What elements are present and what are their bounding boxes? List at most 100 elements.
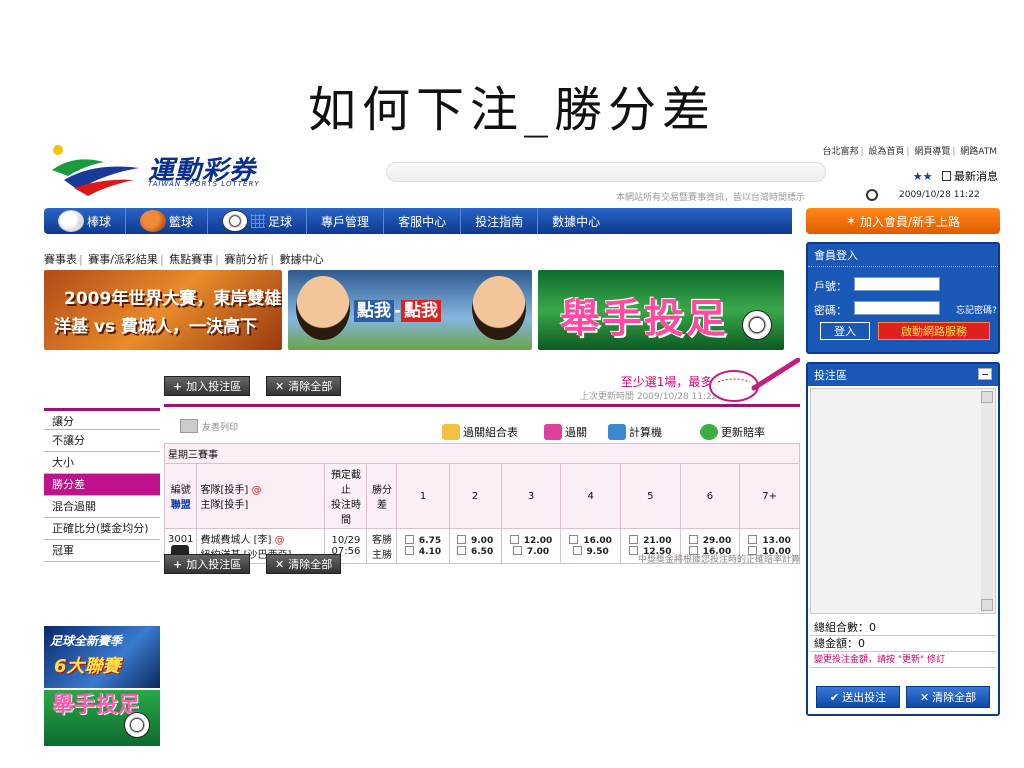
betslip-title: 投注區: [814, 369, 847, 382]
host-face-right: [472, 276, 526, 340]
odds-checkbox[interactable]: [457, 546, 466, 555]
odds-value: 12.00: [523, 536, 553, 546]
table-icon: [442, 424, 460, 440]
scroll-down-icon[interactable]: [981, 599, 993, 611]
parlay-button[interactable]: 過關: [544, 424, 587, 440]
add-to-betslip-button[interactable]: + 加入投注區: [164, 376, 251, 396]
close-icon: ✕: [919, 690, 930, 704]
banner1-line1: 2009年世界大賽，東岸雙雄: [64, 289, 282, 309]
raise-hand-banner[interactable]: 舉手投足: [538, 270, 784, 350]
plus-icon: +: [173, 379, 183, 393]
odds-checkbox[interactable]: [509, 535, 519, 544]
parlay-table-button[interactable]: 過關組合表: [442, 424, 518, 440]
col-margin-2: 2: [448, 463, 502, 529]
nav-data[interactable]: 數據中心: [538, 208, 614, 234]
join-label: 加入會員/新手上路: [860, 214, 961, 229]
menu-handicap[interactable]: 讓分: [44, 408, 160, 430]
subnav-analysis[interactable]: 賽前分析: [224, 253, 268, 266]
nav-guide[interactable]: 投注指南: [461, 208, 539, 234]
menu-winning-margin[interactable]: 勝分差: [44, 474, 160, 496]
menu-correct-score[interactable]: 正確比分(獎金均分): [44, 518, 160, 540]
away-team[interactable]: 費城費城人 [李]: [200, 535, 271, 546]
odds-checkbox[interactable]: [688, 535, 698, 544]
clear-all-button[interactable]: ✕ 清除全部: [266, 376, 342, 396]
nav-account[interactable]: 專戶管理: [307, 208, 385, 234]
banner2-part1: 點我: [354, 300, 394, 322]
clear-betslip-button[interactable]: ✕ 清除全部: [906, 686, 990, 708]
print-label: 友善列印: [202, 422, 239, 433]
nav-service[interactable]: 客服中心: [384, 208, 462, 234]
tool-label: 更新賠率: [721, 426, 765, 439]
odds-toolbar: 友善列印 過關組合表 過關 計算機 更新賠率: [164, 407, 800, 443]
minimize-icon[interactable]: [978, 368, 992, 380]
odds-checkbox[interactable]: [457, 535, 466, 544]
at-symbol: @: [251, 485, 262, 496]
col-label: 預定截止: [330, 470, 361, 496]
top-link-homepage[interactable]: 設為首頁: [868, 147, 904, 157]
selection-limit-text: 至少選1場，最多6場: [620, 375, 732, 389]
password-input[interactable]: [854, 301, 940, 315]
printer-icon: [180, 419, 198, 433]
click-me-banner[interactable]: 點我 - 點我: [288, 270, 532, 350]
odds-checkbox[interactable]: [569, 535, 579, 544]
submit-bet-button[interactable]: ✔ 送出投注: [816, 686, 900, 708]
add-to-betslip-button-bottom[interactable]: + 加入投注區: [164, 554, 251, 574]
print-button[interactable]: 友善列印: [180, 419, 238, 433]
logo-subtitle: TAIWAN SPORTS LOTTERY: [148, 180, 260, 188]
scroll-up-icon[interactable]: [981, 391, 993, 403]
odds-value: 29.00: [702, 536, 732, 546]
menu-over-under[interactable]: 大小: [44, 452, 160, 474]
news-area: ★★ 最新消息: [913, 168, 998, 184]
menu-parlay[interactable]: 混合過關: [44, 496, 160, 518]
odds-cell: 6.75 4.10: [396, 528, 450, 564]
basketball-icon: [140, 210, 167, 232]
top-link-fubon[interactable]: 台北富邦: [822, 147, 858, 157]
promo2-text: 舉手投足: [52, 693, 141, 718]
subnav-data[interactable]: 數據中心: [280, 253, 324, 266]
odds-checkbox[interactable]: [404, 535, 414, 544]
main-nav: 棒球 籃球 足球 專戶管理 客服中心 投注指南 數據中心: [44, 208, 792, 234]
refresh-odds-button[interactable]: 更新賠率: [700, 424, 765, 440]
calculator-button[interactable]: 計算機: [608, 424, 662, 440]
odds-checkbox[interactable]: [629, 535, 639, 544]
banner2-part2: 點我: [401, 300, 442, 322]
baseball-bat-icon: [709, 358, 800, 402]
nav-baseball[interactable]: 棒球: [44, 208, 127, 234]
top-links: 台北富邦 | 設為首頁 | 網頁導覽 | 網路ATM: [822, 147, 997, 157]
odds-checkbox[interactable]: [404, 546, 414, 555]
top-link-atm[interactable]: 網路ATM: [960, 147, 997, 157]
runner-logo-icon: [52, 145, 139, 196]
nav-label: 足球: [268, 214, 293, 229]
subnav-focus[interactable]: 焦點賽事: [169, 253, 213, 266]
sports-lottery-site: 運動彩券 TAIWAN SPORTS LOTTERY 台北富邦 | 設為首頁 | 網…: [44, 140, 1000, 768]
subnav-schedule[interactable]: 賽事表: [44, 253, 77, 266]
subnav-results[interactable]: 賽事/派彩結果: [88, 253, 158, 266]
activate-service-button[interactable]: 啟動網路服務: [878, 322, 990, 340]
nav-basketball[interactable]: 籃球: [126, 208, 209, 234]
forgot-password-link[interactable]: 忘記密碼?: [956, 303, 997, 316]
clear-label: 清除全部: [288, 380, 333, 393]
scrollbar[interactable]: [981, 391, 993, 611]
star-icon: ✶: [845, 214, 856, 228]
menu-champion[interactable]: 冠軍: [44, 540, 160, 562]
clear-all-button-bottom[interactable]: ✕ 清除全部: [266, 554, 342, 574]
login-button[interactable]: 登入: [820, 322, 870, 340]
top-link-sitemap[interactable]: 網頁導覽: [914, 147, 950, 157]
nav-soccer[interactable]: 足球: [208, 208, 308, 234]
join-member-button[interactable]: ✶ 加入會員/新手上路: [806, 208, 1000, 234]
soccer-season-promo[interactable]: 足球全新賽季 6大聯賽: [44, 626, 160, 688]
news-link[interactable]: 最新消息: [942, 170, 998, 183]
at-symbol: @: [274, 535, 285, 546]
menu-no-handicap[interactable]: 不讓分: [44, 430, 160, 452]
col-label: 客隊[投手]: [200, 485, 249, 496]
login-box: 會員登入 戶號： 密碼： 忘記密碼? 登入 啟動網路服務: [806, 242, 1000, 354]
promo1-line1: 足球全新賽季: [50, 634, 123, 648]
account-input[interactable]: [854, 277, 940, 291]
site-logo[interactable]: 運動彩券 TAIWAN SPORTS LOTTERY: [44, 140, 284, 200]
odds-checkbox[interactable]: [748, 535, 758, 544]
col-no: 編號 聯盟: [163, 463, 198, 529]
header-bar: [386, 162, 826, 182]
world-series-banner[interactable]: 2009年世界大賽，東岸雙雄 洋基 vs 費城人，一決高下: [44, 270, 282, 350]
bet-type-menu: 讓分 不讓分 大小 勝分差 混合過關 正確比分(獎金均分) 冠軍: [44, 408, 160, 562]
raise-hand-promo[interactable]: 舉手投足: [44, 690, 160, 746]
